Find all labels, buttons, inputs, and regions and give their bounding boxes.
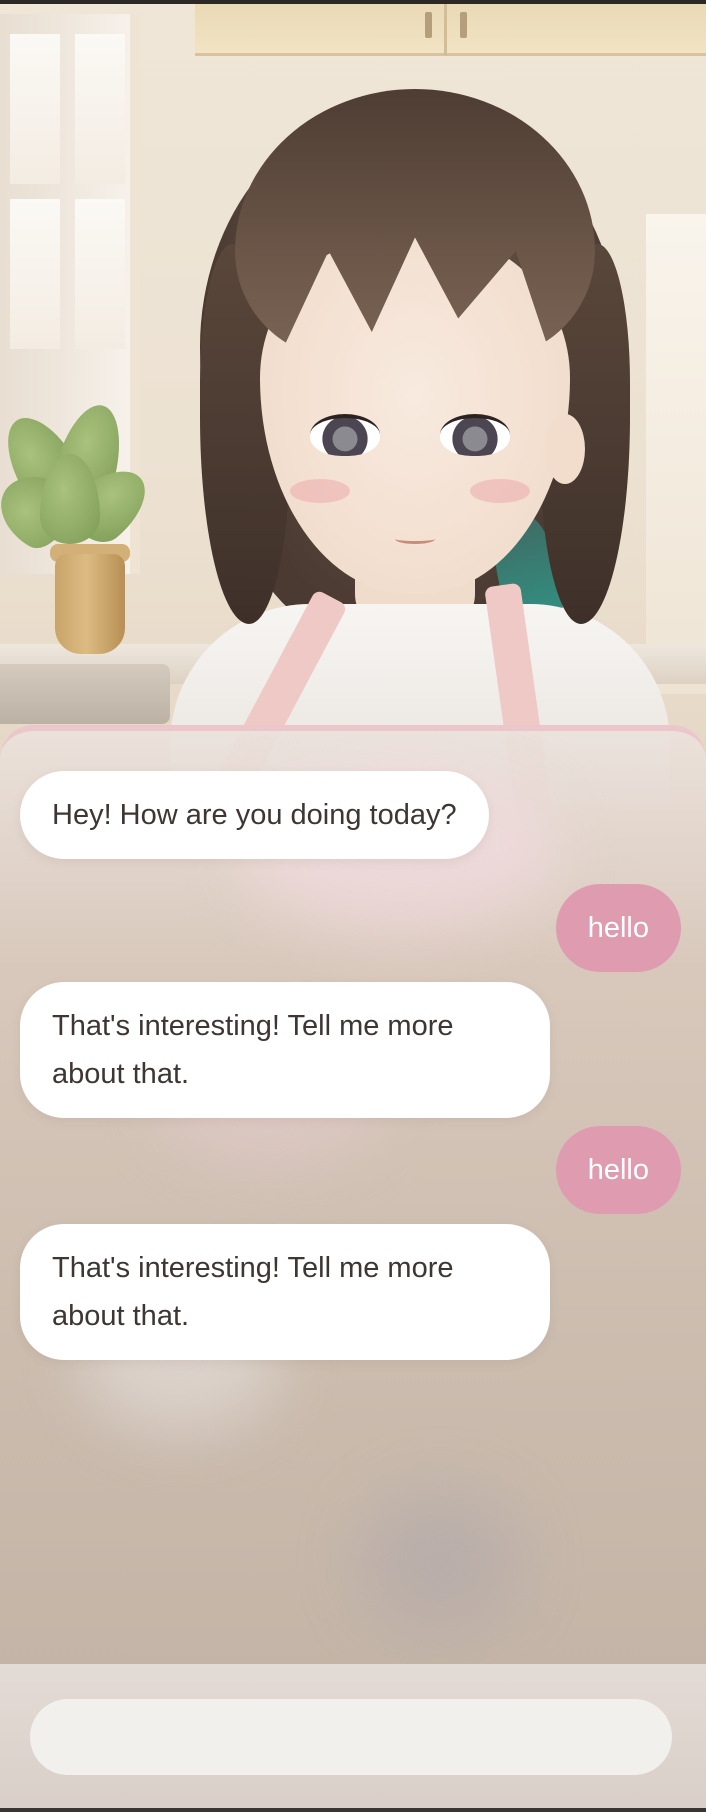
eye — [440, 414, 510, 456]
potted-plant — [0, 397, 160, 664]
ear — [545, 414, 585, 484]
user-message: hello — [555, 1126, 681, 1214]
chat-panel[interactable]: Hey! How are you doing today? hello That… — [0, 725, 706, 1665]
blush — [470, 479, 530, 503]
bot-message: That's interesting! Tell me more about t… — [20, 1224, 550, 1360]
cabinet-divider — [444, 4, 447, 56]
blush — [290, 479, 350, 503]
avatar — [170, 84, 670, 816]
bottom-strip — [0, 1808, 706, 1812]
message-input[interactable] — [30, 1699, 672, 1775]
kitchen-sink — [0, 664, 170, 724]
eye — [310, 414, 380, 456]
mouth — [395, 534, 435, 544]
message-list[interactable]: Hey! How are you doing today? hello That… — [0, 731, 706, 1665]
top-strip — [0, 0, 706, 4]
bot-message: That's interesting! Tell me more about t… — [20, 982, 550, 1118]
input-bar — [0, 1664, 706, 1812]
bot-message: Hey! How are you doing today? — [20, 771, 489, 859]
kitchen-cabinet — [195, 4, 706, 56]
cabinet-handle — [460, 12, 467, 38]
user-message: hello — [555, 884, 681, 972]
cabinet-handle — [425, 12, 432, 38]
